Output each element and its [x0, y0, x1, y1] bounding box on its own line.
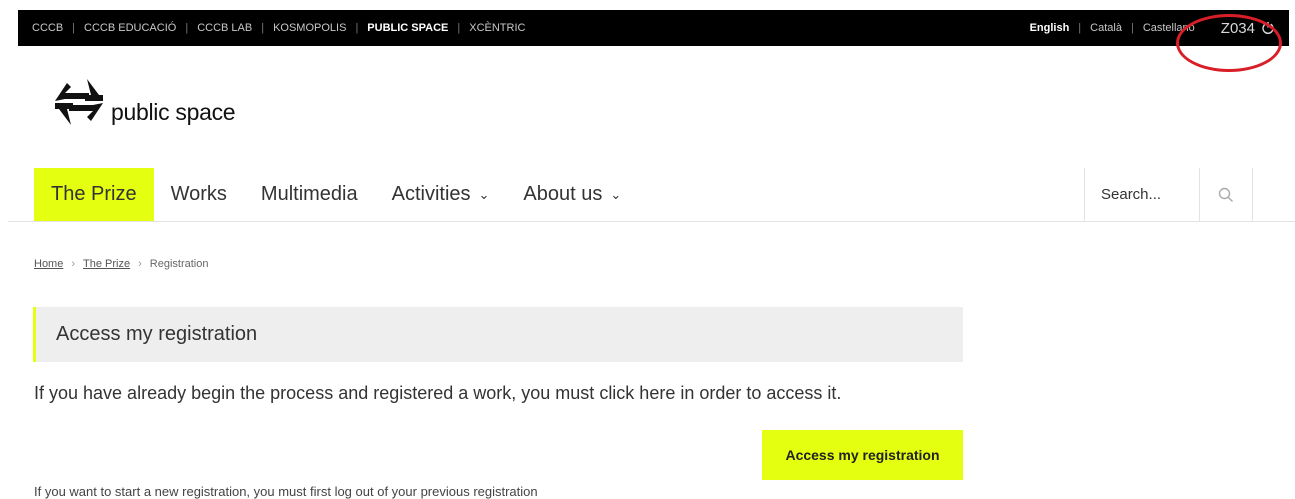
- language-english[interactable]: English: [1030, 22, 1070, 34]
- logo[interactable]: public space: [53, 77, 236, 127]
- breadcrumb-home[interactable]: Home: [34, 258, 63, 270]
- site-link-cccb-lab[interactable]: CCCB LAB: [197, 22, 252, 34]
- divider: |: [72, 22, 76, 34]
- language-switcher: English | Català | Castellano Z034: [1030, 20, 1275, 37]
- breadcrumb: Home › The Prize › Registration: [34, 258, 208, 270]
- site-link-cccb-educacio[interactable]: CCCB EDUCACIÓ: [84, 22, 176, 34]
- access-registration-button[interactable]: Access my registration: [762, 430, 963, 480]
- divider: |: [1078, 22, 1082, 34]
- chevron-right-icon: ›: [71, 258, 76, 270]
- divider: |: [355, 22, 359, 34]
- site-links: CCCB | CCCB EDUCACIÓ | CCCB LAB | KOSMOP…: [32, 22, 525, 34]
- logo-arrows-icon: [55, 79, 103, 125]
- divider: |: [261, 22, 265, 34]
- nav-item-multimedia[interactable]: Multimedia: [244, 168, 375, 221]
- language-catala[interactable]: Català: [1090, 22, 1122, 34]
- language-castellano[interactable]: Castellano: [1143, 22, 1195, 34]
- search-box: [1084, 168, 1253, 221]
- logo-text: public space: [111, 99, 236, 125]
- nav-label: The Prize: [51, 183, 137, 205]
- divider: |: [457, 22, 461, 34]
- nav-label: Works: [170, 183, 227, 205]
- search-button[interactable]: [1199, 168, 1253, 221]
- nav-label: About us: [523, 183, 603, 205]
- logout-note: If you want to start a new registration,…: [34, 484, 538, 499]
- divider: |: [1130, 22, 1134, 34]
- divider: |: [185, 22, 189, 34]
- main-nav: The Prize Works Multimedia Activities ⌄ …: [8, 168, 1295, 222]
- nav-label: Activities: [391, 183, 471, 205]
- breadcrumb-current: Registration: [149, 258, 209, 270]
- site-link-public-space[interactable]: PUBLIC SPACE: [367, 22, 448, 34]
- nav-label: Multimedia: [260, 183, 358, 205]
- chevron-down-icon: ⌄: [610, 186, 622, 202]
- search-input[interactable]: [1085, 168, 1199, 221]
- site-link-xcentric[interactable]: XCÈNTRIC: [469, 22, 525, 34]
- access-description: If you have already begin the process an…: [34, 383, 842, 403]
- nav-item-about-us[interactable]: About us ⌄: [506, 168, 638, 221]
- chevron-down-icon: ⌄: [478, 186, 490, 202]
- power-icon: [1262, 22, 1274, 35]
- site-link-kosmopolis[interactable]: KOSMOPOLIS: [273, 22, 346, 34]
- site-link-cccb[interactable]: CCCB: [32, 22, 63, 34]
- nav-item-works[interactable]: Works: [154, 168, 244, 221]
- nav-item-the-prize[interactable]: The Prize: [34, 168, 154, 221]
- search-icon: [1218, 187, 1233, 202]
- breadcrumb-the-prize[interactable]: The Prize: [83, 258, 130, 270]
- top-bar: CCCB | CCCB EDUCACIÓ | CCCB LAB | KOSMOP…: [18, 10, 1289, 46]
- chevron-right-icon: ›: [138, 258, 142, 270]
- logout-user-button[interactable]: Z034: [1221, 20, 1275, 37]
- user-code: Z034: [1220, 19, 1255, 37]
- nav-item-activities[interactable]: Activities ⌄: [375, 168, 507, 221]
- access-section-title: Access my registration: [33, 307, 963, 362]
